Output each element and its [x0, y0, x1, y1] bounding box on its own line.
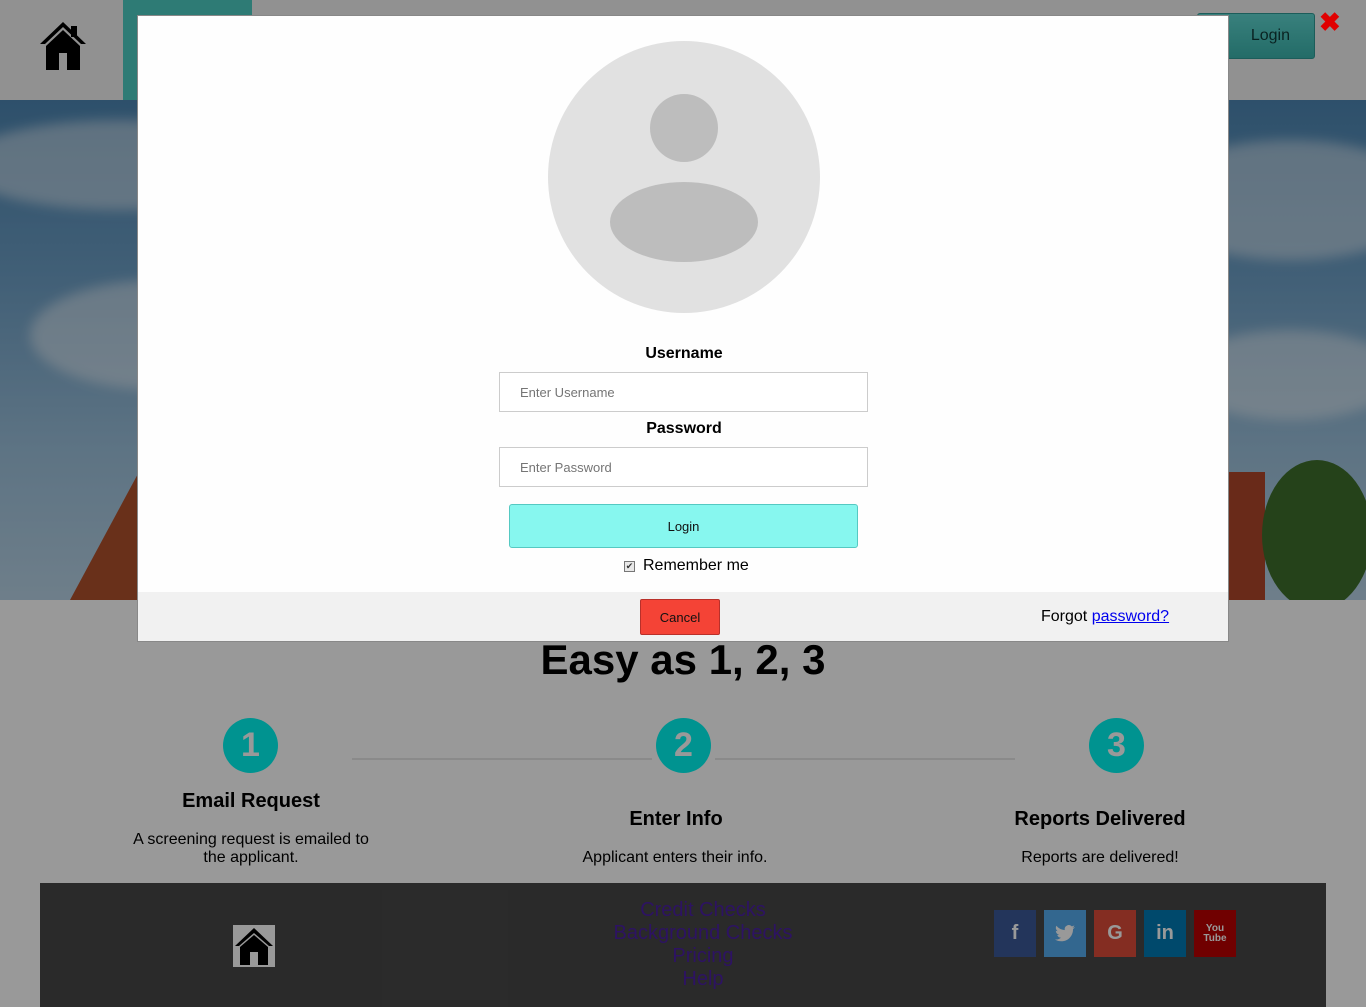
username-label: Username: [645, 345, 723, 362]
remember-label: Remember me: [643, 557, 749, 574]
forgot-prefix: Forgot: [1041, 608, 1092, 625]
forgot-password: Forgot password?: [1041, 608, 1169, 626]
user-avatar-icon: [548, 41, 820, 313]
password-input[interactable]: [499, 447, 868, 487]
password-label: Password: [646, 420, 722, 437]
login-submit-button[interactable]: Login: [509, 504, 858, 548]
remember-me: ✔ Remember me: [624, 557, 749, 575]
remember-checkbox[interactable]: ✔: [624, 560, 635, 572]
close-icon[interactable]: ✖: [1319, 7, 1341, 38]
cancel-button[interactable]: Cancel: [640, 599, 720, 635]
login-modal: Username Password Login ✔ Remember me Ca…: [137, 15, 1229, 642]
avatar-body: [610, 182, 758, 262]
modal-footer: Cancel Forgot password?: [138, 592, 1228, 641]
forgot-password-link[interactable]: password?: [1092, 608, 1169, 625]
username-input[interactable]: [499, 372, 868, 412]
avatar-head: [650, 94, 718, 162]
